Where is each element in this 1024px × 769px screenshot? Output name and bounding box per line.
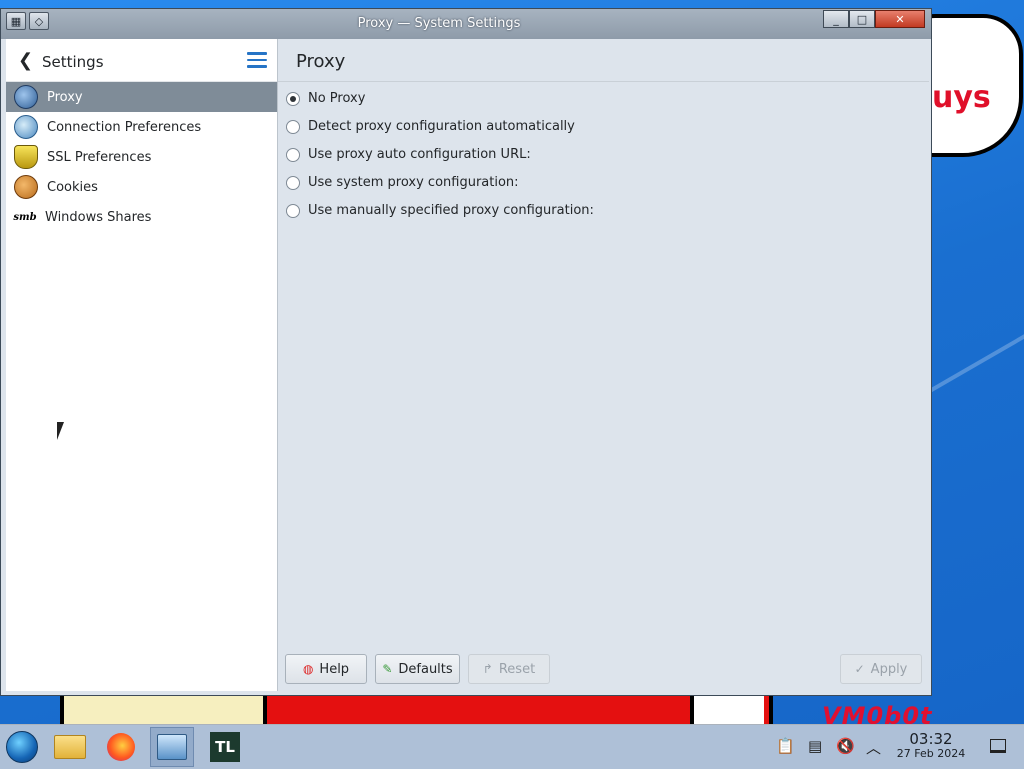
hamburger-menu-icon[interactable] (247, 52, 267, 68)
back-arrow-icon[interactable]: ❮ (18, 50, 33, 71)
sidebar-item-label: Windows Shares (45, 209, 152, 225)
button-label: Apply (870, 661, 908, 677)
mouse-cursor-icon (57, 422, 64, 440)
apply-button[interactable]: ✓ Apply (840, 654, 922, 684)
detect-proxy-automatically-radio[interactable]: Detect proxy configuration automatically (286, 119, 575, 134)
sidebar-item-proxy[interactable]: Proxy (6, 82, 277, 112)
radio-button[interactable] (286, 175, 300, 190)
window-titlebar[interactable]: ▦ ◇ Proxy — System Settings _ □ ✕ (1, 9, 931, 39)
clock[interactable]: 03:32 27 Feb 2024 (888, 731, 974, 761)
button-label: Help (319, 661, 350, 677)
help-lifebuoy-icon: ◍ (302, 662, 314, 676)
reset-arrow-icon: ↱ (482, 662, 493, 676)
bubble-text: uys (932, 80, 991, 115)
cookie-icon (14, 175, 38, 199)
sidebar-item-label: Connection Preferences (47, 119, 202, 135)
wallpaper-watermark: VM0b0t (822, 702, 933, 724)
sidebar-item-label: SSL Preferences (47, 149, 152, 165)
sidebar-item-label: Proxy (47, 89, 83, 105)
option-label: No Proxy (308, 91, 366, 106)
option-label: Detect proxy configuration automatically (308, 119, 575, 134)
smb-icon: smb (13, 211, 37, 223)
sidebar-header: ❮ Settings (6, 39, 277, 82)
firefox-launcher[interactable] (99, 727, 143, 767)
proxy-icon (14, 85, 38, 109)
manual-proxy-config-radio[interactable]: Use manually specified proxy configurati… (286, 203, 594, 218)
notes-tray-icon[interactable]: ▤ (808, 737, 822, 755)
close-button[interactable]: ✕ (875, 10, 925, 28)
defaults-button[interactable]: ✎ Defaults (375, 654, 460, 684)
system-settings-task[interactable] (150, 727, 194, 767)
tl-app-launcher[interactable]: TL (203, 727, 247, 767)
radio-button[interactable] (286, 91, 300, 106)
system-settings-icon (157, 734, 187, 760)
button-label: Reset (498, 661, 536, 677)
firefox-icon (107, 733, 135, 761)
no-proxy-radio[interactable]: No Proxy (286, 91, 365, 106)
reset-button[interactable]: ↱ Reset (468, 654, 550, 684)
help-button[interactable]: ◍ Help (285, 654, 367, 684)
clock-date: 27 Feb 2024 (896, 747, 966, 760)
connection-preferences-icon (14, 115, 38, 139)
sidebar-item-windows-shares[interactable]: smb Windows Shares (6, 202, 277, 232)
sidebar-item-cookies[interactable]: Cookies (6, 172, 277, 202)
file-manager-launcher[interactable] (48, 727, 92, 767)
radio-button[interactable] (286, 203, 300, 218)
tl-app-icon: TL (210, 732, 240, 762)
divider (278, 81, 929, 82)
tray-expand-chevron-icon[interactable]: ︿ (866, 737, 881, 758)
option-label: Use system proxy configuration: (308, 175, 519, 190)
option-label: Use proxy auto configuration URL: (308, 147, 531, 162)
sidebar-item-ssl-preferences[interactable]: SSL Preferences (6, 142, 277, 172)
window-controls: _ □ ✕ (823, 10, 925, 28)
system-proxy-config-radio[interactable]: Use system proxy configuration: (286, 175, 519, 190)
radio-button[interactable] (286, 119, 300, 134)
proxy-settings-panel: Proxy No Proxy Detect proxy configuratio… (278, 39, 929, 691)
radio-button[interactable] (286, 147, 300, 162)
settings-sidebar: ❮ Settings Proxy Connection Preferences … (6, 39, 278, 691)
proxy-auto-config-url-radio[interactable]: Use proxy auto configuration URL: (286, 147, 531, 162)
taskbar: TL 📋 ▤ 🔇 ︿ 03:32 27 Feb 2024 (0, 724, 1024, 769)
page-title: Proxy (296, 51, 346, 72)
maximize-button[interactable]: □ (849, 10, 875, 28)
back-to-settings-link[interactable]: Settings (42, 53, 104, 71)
volume-muted-icon[interactable]: 🔇 (836, 737, 855, 755)
show-desktop-icon[interactable] (990, 739, 1006, 753)
folder-icon (54, 735, 86, 759)
clock-time: 03:32 (909, 730, 953, 748)
button-label: Defaults (398, 661, 453, 677)
settings-window: ▦ ◇ Proxy — System Settings _ □ ✕ ❮ Sett… (0, 8, 932, 696)
apply-check-icon: ✓ (854, 662, 865, 676)
window-title: Proxy — System Settings (357, 16, 521, 31)
start-menu-button[interactable] (0, 727, 44, 767)
ssl-shield-icon (14, 145, 38, 169)
option-label: Use manually specified proxy configurati… (308, 203, 594, 218)
sidebar-item-label: Cookies (47, 179, 98, 195)
start-orb-icon (6, 731, 38, 763)
sidebar-item-connection-preferences[interactable]: Connection Preferences (6, 112, 277, 142)
clipboard-tray-icon[interactable]: 📋 (776, 737, 795, 755)
defaults-icon: ✎ (382, 662, 393, 676)
minimize-button[interactable]: _ (823, 10, 849, 28)
